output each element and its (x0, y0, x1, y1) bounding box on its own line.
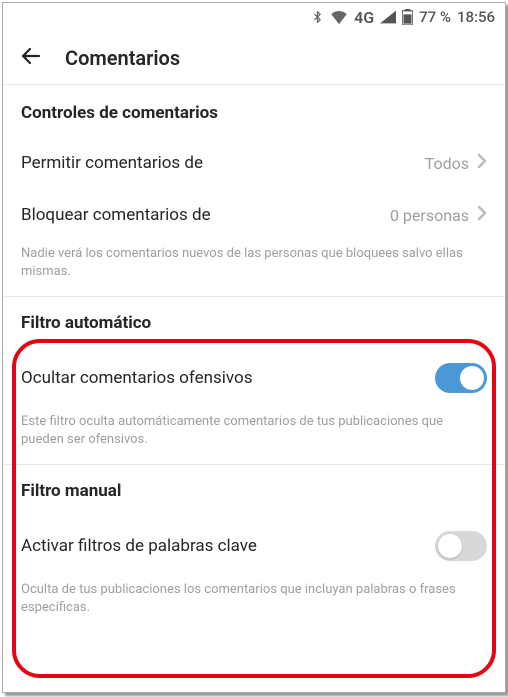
block-helper-text: Nadie verá los comentarios nuevos de las… (3, 241, 505, 296)
row-allow-comments[interactable]: Permitir comentarios de Todos (3, 137, 505, 189)
toggle-knob (460, 366, 484, 390)
section-controls-title: Controles de comentarios (3, 85, 505, 137)
back-arrow-icon[interactable] (19, 44, 43, 72)
row-block-value: 0 personas (390, 206, 469, 225)
chevron-right-icon (477, 205, 487, 225)
battery-percent: 77 % (419, 8, 451, 26)
section-manualfilter-title: Filtro manual (3, 465, 505, 515)
row-keyword-filter: Activar filtros de palabras clave (3, 515, 505, 577)
row-hide-label: Ocultar comentarios ofensivos (21, 368, 252, 388)
status-time: 18:56 (457, 8, 495, 26)
row-keyword-label: Activar filtros de palabras clave (21, 536, 257, 556)
page-title: Comentarios (65, 46, 180, 70)
chevron-right-icon (477, 153, 487, 173)
section-autofilter-title: Filtro automático (3, 297, 505, 347)
page-header: Comentarios (3, 31, 505, 85)
manualfilter-helper-text: Oculta de tus publicaciones los comentar… (3, 577, 505, 632)
wifi-icon (330, 10, 348, 24)
row-hide-offensive: Ocultar comentarios ofensivos (3, 347, 505, 409)
bluetooth-icon (311, 9, 324, 25)
toggle-knob (438, 534, 462, 558)
toggle-hide-offensive[interactable] (435, 363, 487, 393)
row-allow-value: Todos (425, 154, 469, 173)
battery-icon (402, 9, 413, 25)
toggle-keyword-filter[interactable] (435, 531, 487, 561)
row-allow-label: Permitir comentarios de (21, 153, 203, 173)
row-block-comments[interactable]: Bloquear comentarios de 0 personas (3, 189, 505, 241)
signal-icon (380, 10, 396, 24)
network-label: 4G (354, 8, 374, 27)
status-bar: 4G 77 % 18:56 (3, 3, 505, 31)
row-block-label: Bloquear comentarios de (21, 205, 211, 225)
autofilter-helper-text: Este filtro oculta automáticamente comen… (3, 409, 505, 464)
